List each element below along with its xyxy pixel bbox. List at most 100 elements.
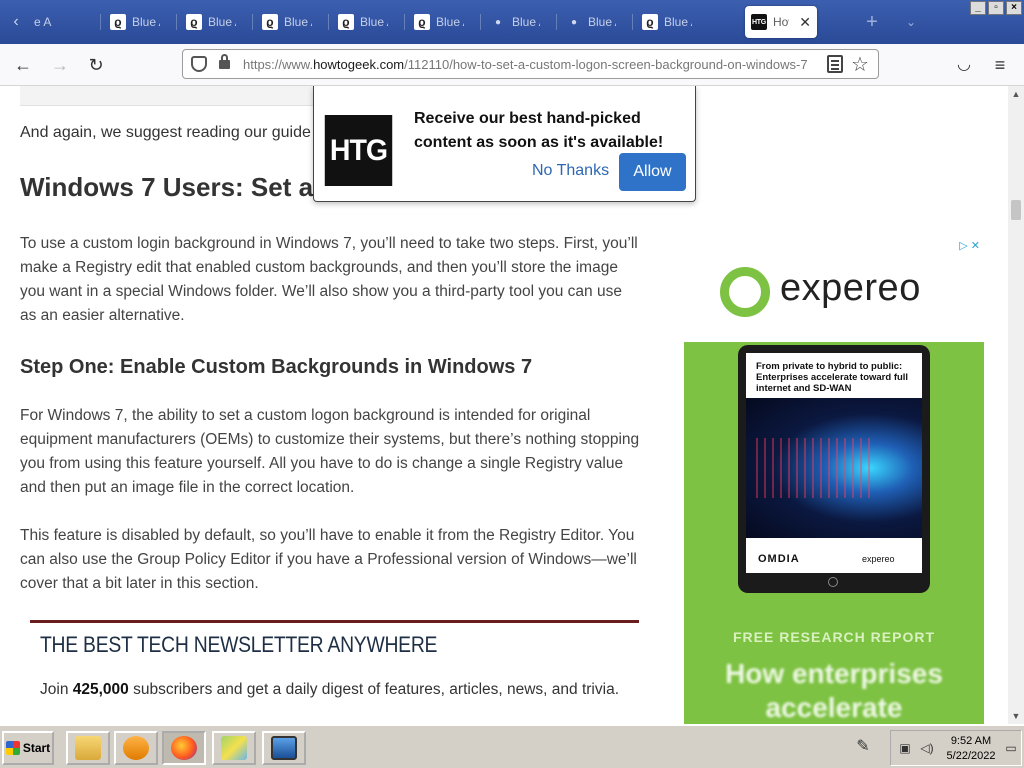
step-heading: Step One: Enable Custom Backgrounds in W… [20,356,533,378]
ad-tablet-screen: From private to hybrid to public: Enterp… [746,353,922,573]
scrollbar-thumb[interactable] [1011,200,1021,220]
tab[interactable]: ϱ Blue A [256,6,326,38]
tab-separator [556,14,557,30]
expereo-logo-icon [720,267,770,317]
url-text[interactable]: https://www.howtogeek.com/112110/how-to-… [243,57,817,72]
tab-label: Blue A [360,15,388,29]
media-player-taskbar-button[interactable] [114,731,158,765]
back-button[interactable]: ← [10,53,36,77]
reader-view-icon[interactable] [827,55,843,73]
media-player-icon [123,736,149,760]
allow-button[interactable]: Allow [619,153,686,191]
paint-taskbar-button[interactable] [212,731,256,765]
start-button[interactable]: Start [2,731,54,765]
ad-network-graphic [746,398,922,538]
scroll-down-icon[interactable]: ▼ [1008,708,1024,724]
magnifier-icon: ϱ [262,14,278,30]
forward-button[interactable]: → [47,53,73,77]
tab-label: Blue A [132,15,160,29]
firefox-icon [171,736,197,760]
newsletter-title: THE BEST TECH NEWSLETTER ANYWHERE [40,632,438,657]
url-bar[interactable]: https://www.howtogeek.com/112110/how-to-… [182,49,879,79]
tab-scroll-left-icon[interactable]: ‹ [6,12,26,32]
ad-screen-text: From private to hybrid to public: Enterp… [756,361,909,394]
volume-icon[interactable]: ◁) [919,741,935,755]
magnifier-icon: ϱ [110,14,126,30]
minimize-button[interactable]: _ [970,1,986,15]
tab-separator [404,14,405,30]
tab[interactable]: ϱ Blue A [408,6,478,38]
clock[interactable]: 9:52 AM 5/22/2022 [943,734,999,764]
reload-button[interactable]: ↻ [83,53,109,77]
advertisement[interactable]: ▷ ✕ expereo From private to hybrid to pu… [684,237,984,724]
page-content: And again, we suggest reading our guide … [0,86,1008,724]
paragraph-1: To use a custom login background in Wind… [20,235,638,324]
notification-popup: HTG Receive our best hand-picked content… [313,86,696,202]
magnifier-icon: ϱ [414,14,430,30]
magnifier-icon: ϱ [642,14,658,30]
tablet-home-button-icon [828,577,838,587]
ad-report-label: FREE RESEARCH REPORT [732,629,936,645]
tab-label: Blue A [436,15,464,29]
explorer-taskbar-button[interactable] [66,731,110,765]
tab-label: Blue A [664,15,692,29]
tab-label: Blue A [284,15,312,29]
tab-active[interactable]: HTG How ✕ [745,6,817,38]
nav-toolbar: ← → ↻ https://www.howtogeek.com/112110/h… [0,44,1024,86]
lock-icon[interactable] [219,54,230,69]
tab-label: Blue A [588,15,616,29]
tracking-shield-icon[interactable] [191,56,207,72]
no-thanks-button[interactable]: No Thanks [532,162,609,180]
pen-input-icon[interactable]: ✎ [852,736,874,758]
ad-brand: expereo [780,267,921,309]
paragraph-2: For Windows 7, the ability to set a cust… [20,407,640,496]
newsletter-divider [30,620,639,623]
windows-flag-icon [5,741,20,755]
photo-viewer-taskbar-button[interactable] [262,731,306,765]
firefox-taskbar-button[interactable] [162,731,206,765]
window-controls: _ ▫ × [970,1,1022,15]
tab-label: Blue A [512,15,540,29]
hamburger-menu-icon[interactable]: ≡ [988,53,1012,77]
bookmark-star-icon[interactable]: ☆ [851,52,869,77]
taskbar: Start ✎ ▣ ◁) 9:52 AM 5/22/2022 ▭ [0,724,1024,768]
tab-strip: ‹ e A ϱ Blue A ϱ Blue A ϱ Blue A ϱ Blue A ϱ Blue A… [0,0,1024,44]
scroll-up-icon[interactable]: ▲ [1008,86,1024,102]
tab[interactable]: ϱ Blue A [636,6,706,38]
subscriber-count: 425,000 [72,681,129,698]
page-scrollbar[interactable]: ▲ ▼ [1008,86,1024,724]
network-icon[interactable]: ▣ [897,741,913,755]
tab[interactable]: e A [28,6,62,38]
pocket-icon[interactable]: ◡ [952,53,976,77]
dot-icon: ● [494,16,502,28]
paint-icon [221,736,247,760]
show-desktop-icon[interactable]: ▭ [1003,741,1019,755]
tab[interactable]: ● Blue A [560,6,630,38]
magnifier-icon: ϱ [186,14,202,30]
tab[interactable]: ϱ Blue A [104,6,174,38]
folder-icon [75,736,101,760]
tab[interactable]: ϱ Blue A [332,6,402,38]
ad-headline: How enterprises accelerate [725,658,943,723]
popup-message: Receive our best hand-picked content as … [414,110,664,151]
ad-tablet-image: From private to hybrid to public: Enterp… [738,345,930,593]
tab-label: Blue A [208,15,236,29]
dot-icon: ● [570,16,578,28]
tab-separator [176,14,177,30]
ad-partner-logo: OMDIA [758,553,800,565]
system-tray: ▣ ◁) 9:52 AM 5/22/2022 ▭ [890,730,1022,766]
new-tab-button[interactable]: + [860,10,884,34]
tab[interactable]: ● Blue A [484,6,554,38]
section-heading: Windows 7 Users: Set a [20,172,314,202]
close-tab-icon[interactable]: ✕ [799,14,811,31]
restore-button[interactable]: ▫ [988,1,1004,15]
list-all-tabs-button[interactable]: ⌄ [900,10,922,34]
newsletter-text: Join 425,000 subscribers and get a daily… [40,681,619,698]
tab-separator [328,14,329,30]
ad-choices-icon[interactable]: ▷ ✕ [959,239,980,252]
close-window-button[interactable]: × [1006,1,1022,15]
intro-text: And again, we suggest reading our guide [20,124,311,141]
paragraph-3: This feature is disabled by default, so … [20,527,637,592]
photo-viewer-icon [271,736,297,760]
tab[interactable]: ϱ Blue A [180,6,250,38]
